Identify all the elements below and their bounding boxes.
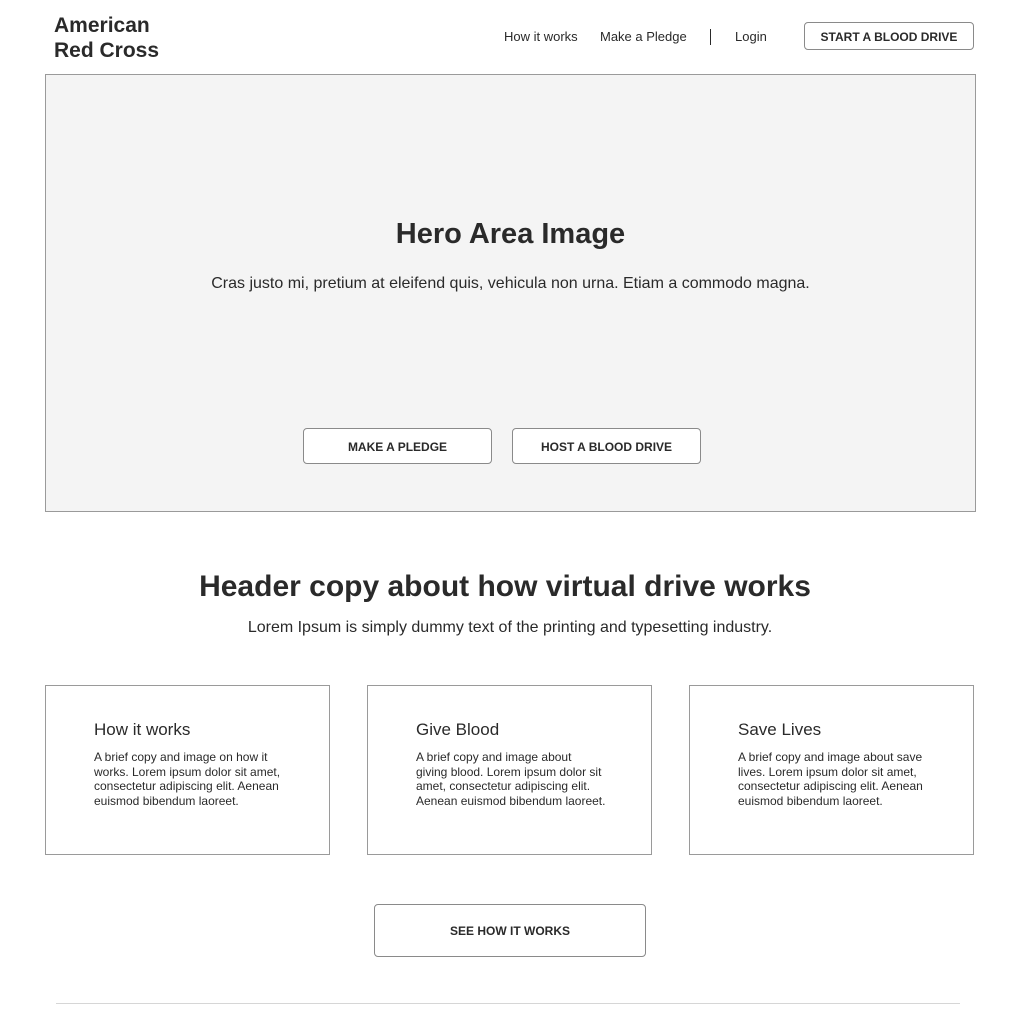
- nav-link-make-a-pledge[interactable]: Make a Pledge: [600, 22, 687, 52]
- hero-area: Hero Area Image Cras justo mi, pretium a…: [45, 74, 976, 512]
- nav-link-how-it-works[interactable]: How it works: [504, 22, 578, 52]
- see-how-it-works-button[interactable]: SEE HOW IT WORKS: [374, 904, 646, 957]
- card-title: Save Lives: [738, 720, 822, 739]
- top-nav: How it works Make a Pledge Login START A…: [0, 22, 1024, 52]
- card-body: A brief copy and image about save lives.…: [738, 750, 923, 808]
- card-body: A brief copy and image about giving bloo…: [416, 750, 606, 808]
- make-a-pledge-button[interactable]: MAKE A PLEDGE: [303, 428, 492, 464]
- card-give-blood: Give Blood A brief copy and image about …: [367, 685, 652, 855]
- section-subheader: Lorem Ipsum is simply dummy text of the …: [247, 619, 773, 636]
- card-title: Give Blood: [416, 720, 500, 739]
- nav-divider: [710, 29, 711, 45]
- card-how-it-works: How it works A brief copy and image on h…: [45, 685, 330, 855]
- card-body: A brief copy and image on how it works. …: [94, 750, 281, 808]
- card-title: How it works: [94, 720, 191, 739]
- hero-subtitle: Cras justo mi, pretium at eleifend quis,…: [211, 275, 810, 292]
- start-blood-drive-button[interactable]: START A BLOOD DRIVE: [804, 22, 974, 50]
- card-save-lives: Save Lives A brief copy and image about …: [689, 685, 974, 855]
- hero-title: Hero Area Image: [395, 218, 626, 250]
- nav-link-login[interactable]: Login: [735, 22, 767, 52]
- footer-divider: [56, 1003, 960, 1004]
- host-blood-drive-button[interactable]: HOST A BLOOD DRIVE: [512, 428, 701, 464]
- section-header: Header copy about how virtual drive work…: [199, 570, 811, 603]
